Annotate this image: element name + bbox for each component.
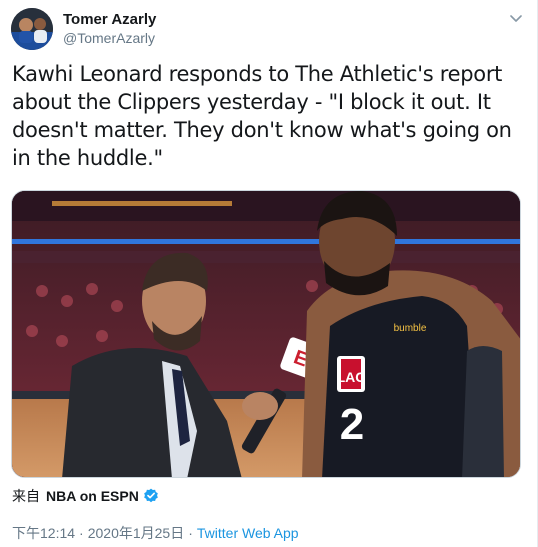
tweet-client-link[interactable]: Twitter Web App [197,524,299,542]
chevron-down-icon [510,15,522,22]
video-frame-image: E LAC 2 bumble [12,191,520,477]
tweet-text: Kawhi Leonard responds to The Athletic's… [12,62,512,170]
tweet-video-thumbnail[interactable]: E LAC 2 bumble [11,190,521,478]
source-prefix: 来自 [12,488,40,504]
tweet-card: Tomer Azarly @TomerAzarly Kawhi Leonard … [0,0,538,547]
verified-badge-icon [143,488,159,504]
tweet-date[interactable]: 2020年1月25日 [88,524,185,542]
meta-separator: · [79,525,84,541]
source-account-link[interactable]: NBA on ESPN [46,487,139,505]
jersey-number: 2 [340,400,364,449]
tweet-source: 来自 NBA on ESPN [12,487,159,505]
author-handle[interactable]: @TomerAzarly [63,29,155,47]
tweet-menu-button[interactable] [506,9,526,29]
tweet-meta: 下午12:14 · 2020年1月25日 · Twitter Web App [12,524,299,542]
jersey-logo: LAC [337,369,366,385]
jersey-sponsor: bumble [394,323,427,334]
tweet-time[interactable]: 下午12:14 [12,524,75,542]
author-avatar[interactable] [11,8,53,50]
author-name[interactable]: Tomer Azarly [63,10,156,29]
meta-separator: · [188,525,193,541]
avatar-image [11,8,53,50]
